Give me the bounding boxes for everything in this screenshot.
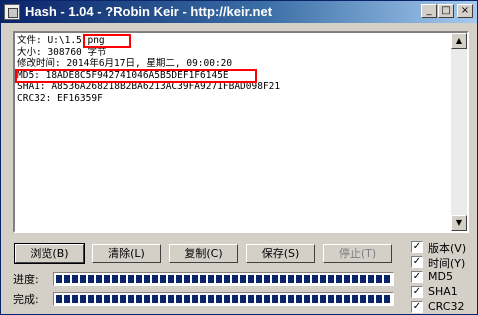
maximize-button[interactable]: □	[438, 4, 454, 18]
hash-window: Hash - 1.04 - ?Robin Keir - http://keir.…	[0, 0, 478, 315]
close-button[interactable]: ×	[457, 4, 473, 18]
progress-bar	[53, 272, 394, 286]
output-line-crc32: CRC32: EF16359F	[17, 92, 103, 104]
complete-label: 完成:	[13, 293, 39, 306]
progress-bar-fill	[56, 275, 391, 283]
sha1-checkbox[interactable]: ✓	[411, 286, 423, 298]
complete-bar-fill	[56, 295, 391, 303]
scroll-up-arrow-icon[interactable]: ▲	[451, 33, 467, 49]
stop-button[interactable]: 停止(T)	[323, 244, 392, 263]
output-line-size: 大小: 308760 字节	[17, 46, 107, 58]
vertical-scrollbar[interactable]: ▲ ▼	[451, 33, 467, 231]
window-title: Hash - 1.04 - ?Robin Keir - http://keir.…	[25, 4, 273, 19]
output-line-file: 文件: U:\1.5.png	[17, 35, 105, 46]
md5-highlight-box	[15, 69, 257, 83]
time-label: 时间(Y)	[428, 257, 466, 270]
app-icon	[4, 4, 20, 20]
minimize-button[interactable]: _	[421, 4, 437, 18]
version-label: 版本(V)	[428, 242, 467, 255]
version-checkbox[interactable]: ✓	[411, 241, 423, 253]
progress-label: 进度:	[13, 273, 39, 286]
save-button[interactable]: 保存(S)	[246, 244, 315, 263]
complete-bar	[53, 292, 394, 306]
time-checkbox[interactable]: ✓	[411, 256, 423, 268]
copy-button[interactable]: 复制(C)	[169, 244, 238, 263]
md5-checkbox[interactable]: ✓	[411, 271, 423, 283]
output-line-modified: 修改时间: 2014年6月17日, 星期二, 09:00:20	[17, 58, 233, 69]
browse-button[interactable]: 浏览(B)	[14, 243, 85, 264]
filename-highlight-box	[83, 34, 131, 48]
clear-button[interactable]: 清除(L)	[92, 244, 161, 263]
hash-output-area[interactable]: 文件: U:\1.5.png 大小: 308760 字节 修改时间: 2014年6月…	[13, 31, 469, 233]
sha1-label: SHA1	[428, 285, 458, 298]
crc32-checkbox[interactable]: ✓	[411, 301, 423, 313]
md5-label: MD5	[428, 270, 453, 283]
crc32-label: CRC32	[428, 300, 465, 313]
title-bar[interactable]: Hash - 1.04 - ?Robin Keir - http://keir.…	[1, 1, 477, 23]
scroll-down-arrow-icon[interactable]: ▼	[451, 215, 467, 231]
